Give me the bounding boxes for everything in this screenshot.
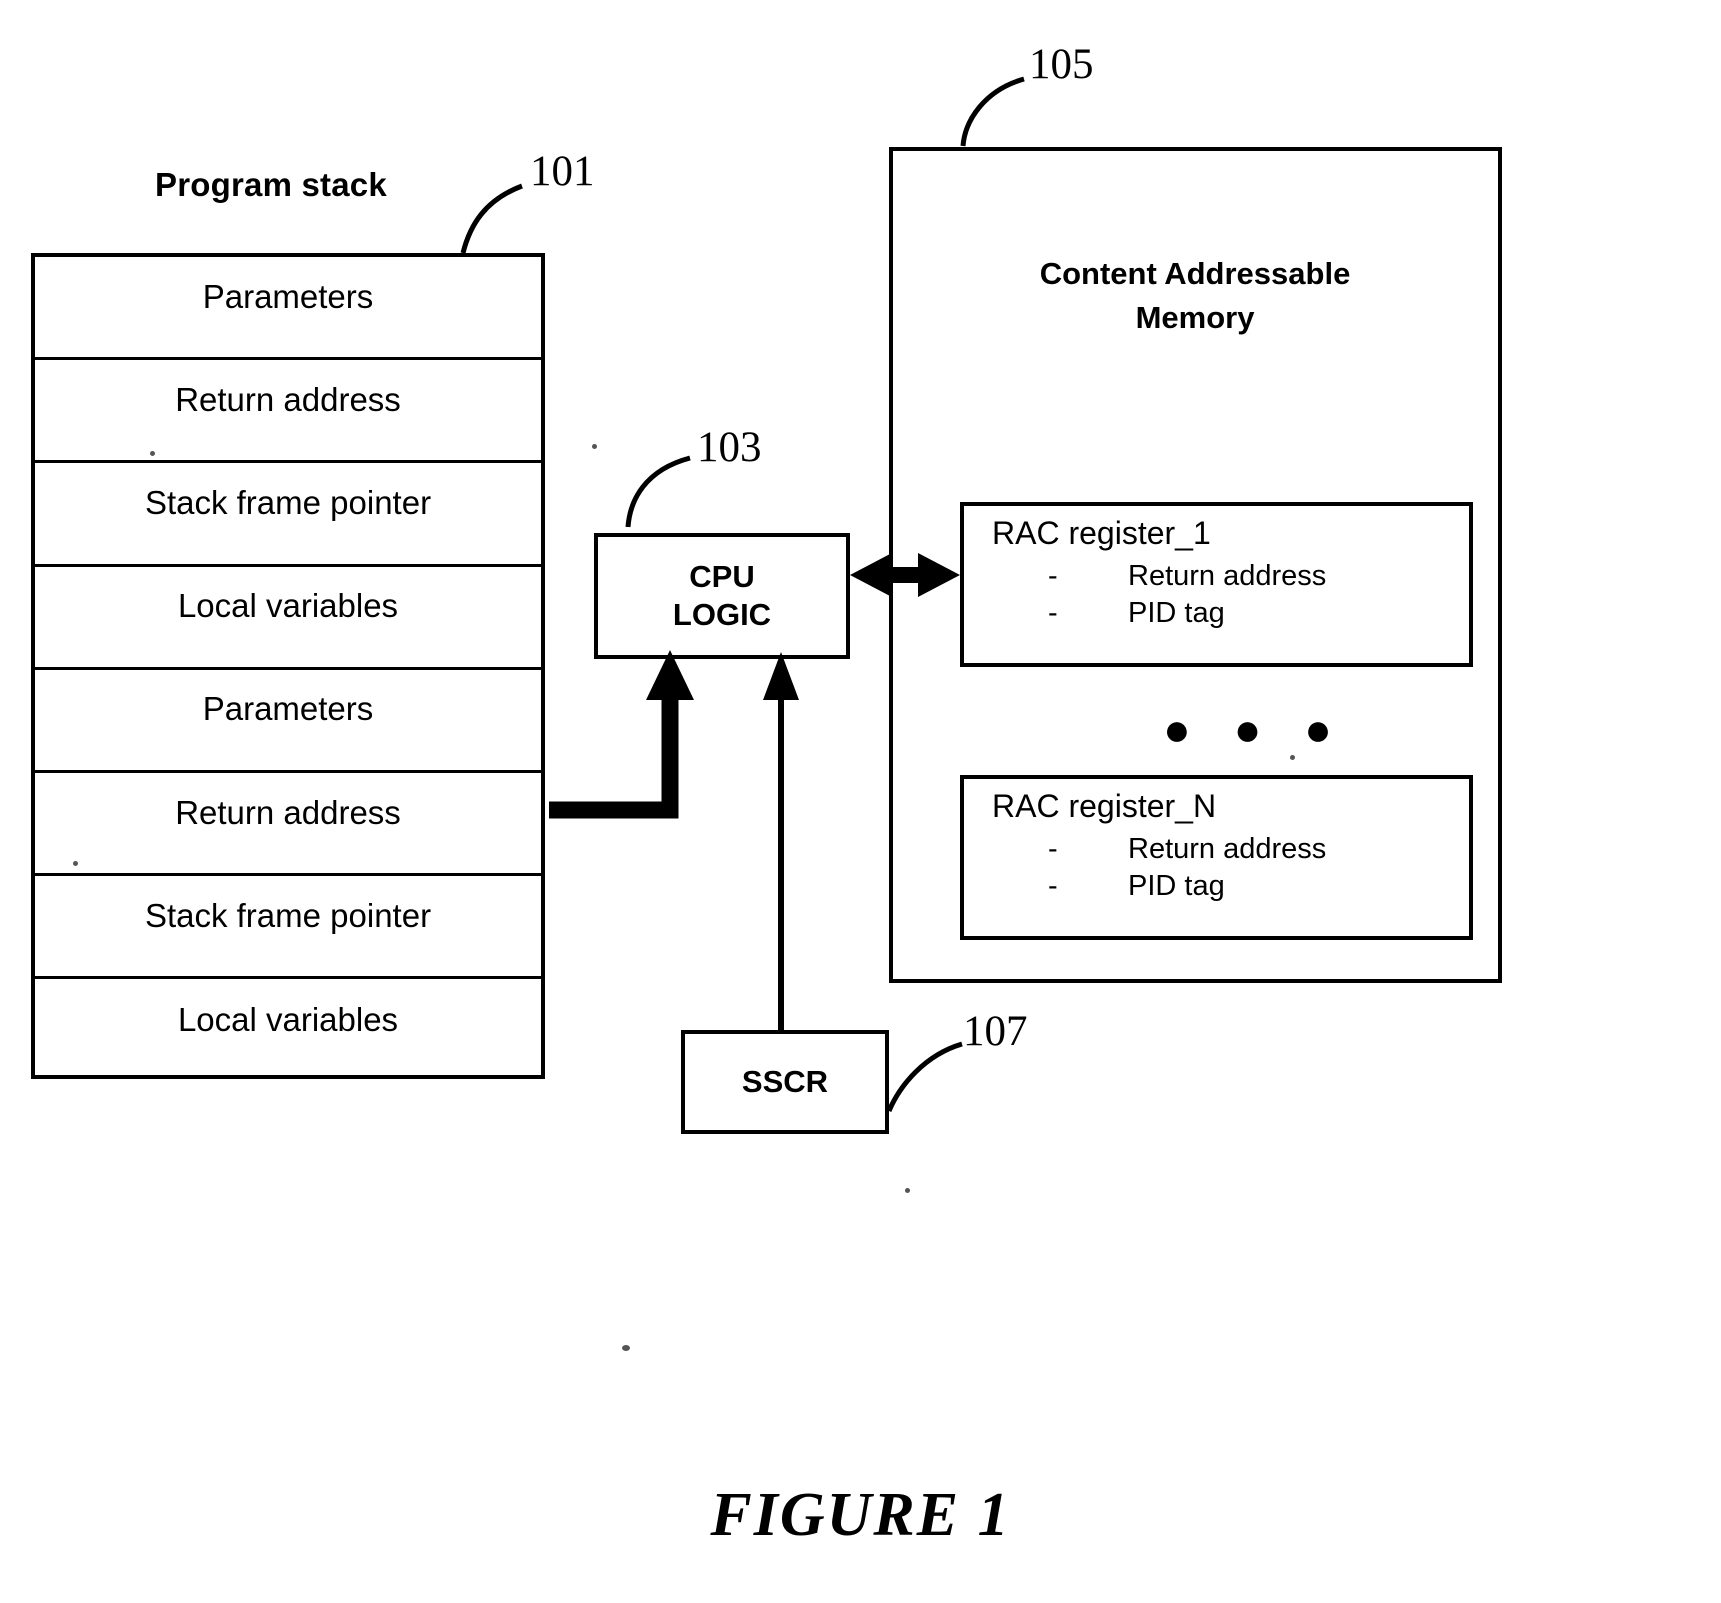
rac-register-n-item-label: PID tag — [1128, 870, 1225, 902]
cpu-logic-box: CPU LOGIC — [594, 533, 850, 659]
list-dash-icon: - — [1048, 833, 1058, 865]
list-dash-icon: - — [1048, 597, 1058, 629]
content-addressable-memory-title: Content Addressable Memory — [1000, 252, 1390, 340]
stack-row: Stack frame pointer — [35, 876, 541, 980]
leader-line-103 — [625, 455, 691, 528]
scan-speck — [622, 1345, 630, 1351]
cpu-logic-label-line2: LOGIC — [672, 597, 772, 632]
stack-row-label: Stack frame pointer — [144, 483, 432, 521]
sscr-box: SSCR — [681, 1030, 889, 1134]
stack-row: Return address — [35, 773, 541, 877]
scan-speck — [905, 1188, 910, 1193]
leader-line-101 — [460, 183, 523, 254]
stack-row-label: Stack frame pointer — [144, 896, 432, 934]
stack-row: Return address — [35, 360, 541, 464]
stack-row-label: Local variables — [177, 587, 399, 625]
reference-numeral-103: 103 — [697, 424, 762, 471]
program-stack-title: Program stack — [155, 166, 387, 203]
patent-figure-1: Program stack Parameters Return address … — [0, 0, 1721, 1603]
stack-row: Local variables — [35, 979, 541, 1082]
leader-line-107 — [886, 1041, 963, 1112]
rac-register-n-item: - Return address — [1048, 833, 1326, 866]
stack-row: Stack frame pointer — [35, 463, 541, 567]
reference-numeral-101: 101 — [530, 148, 595, 195]
rac-register-1-item-label: PID tag — [1128, 597, 1225, 629]
sscr-to-cpu-arrow — [763, 652, 799, 1030]
stack-row-label: Parameters — [202, 690, 374, 728]
rac-register-n-box: RAC register_N - Return address - PID tag — [960, 775, 1473, 940]
scan-speck — [150, 451, 155, 456]
stack-row-label: Return address — [175, 380, 401, 418]
rac-register-1-item: - PID tag — [1048, 597, 1225, 630]
stack-row: Parameters — [35, 257, 541, 361]
rac-register-1-item: - Return address — [1048, 560, 1326, 593]
ellipsis-icon: ● ● ● — [1163, 703, 1347, 755]
return-address-to-cpu-arrow — [549, 650, 694, 819]
program-stack-box: Parameters Return address Stack frame po… — [31, 253, 545, 1079]
list-dash-icon: - — [1048, 870, 1058, 902]
stack-row-label: Parameters — [202, 277, 374, 315]
stack-row: Local variables — [35, 567, 541, 670]
list-dash-icon: - — [1048, 560, 1058, 592]
cpu-logic-label-line1: CPU — [689, 559, 755, 595]
figure-caption: FIGURE 1 — [710, 1481, 1011, 1549]
scan-speck — [1290, 755, 1295, 760]
reference-numeral-105: 105 — [1029, 41, 1094, 88]
cam-title-line2: Memory — [1135, 300, 1255, 336]
scan-speck — [592, 444, 597, 449]
cam-title-line1: Content Addressable — [1039, 256, 1351, 291]
rac-register-1-item-label: Return address — [1128, 560, 1327, 592]
stack-row-label: Return address — [175, 793, 401, 831]
rac-register-n-item: - PID tag — [1048, 870, 1225, 903]
rac-register-1-title: RAC register_1 — [992, 515, 1211, 551]
stack-row-label: Local variables — [177, 1001, 399, 1039]
scan-speck — [73, 861, 78, 866]
stack-row: Parameters — [35, 670, 541, 773]
reference-numeral-107: 107 — [963, 1008, 1028, 1055]
rac-register-n-title: RAC register_N — [992, 788, 1217, 824]
leader-line-105 — [960, 76, 1025, 147]
sscr-label: SSCR — [741, 1064, 829, 1099]
rac-register-n-item-label: Return address — [1128, 833, 1327, 865]
rac-register-1-box: RAC register_1 - Return address - PID tag — [960, 502, 1473, 667]
